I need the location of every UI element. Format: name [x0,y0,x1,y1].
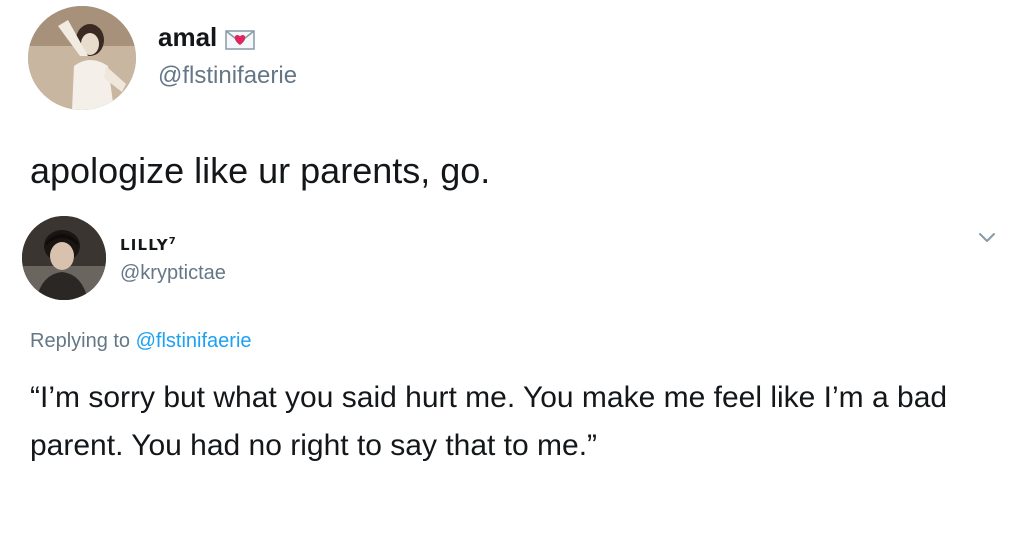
author-name[interactable]: LILLY7 [120,236,177,254]
original-tweet: amal @flstinifaerie apologize like ur pa… [0,0,1024,210]
replying-to-handle-link[interactable]: @flstinifaerie [136,330,252,352]
reply-tweet: LILLY7 @kryptictae Replying to @flstinif… [0,210,1024,536]
reply-text: “I’m sorry but what you said hurt me. Yo… [30,381,948,462]
author-name[interactable]: amal [158,22,256,53]
tweet-text: apologize like ur parents, go. [30,150,491,191]
avatar-photo [28,6,136,110]
avatar-photo [22,216,106,300]
love-letter-icon [225,27,256,50]
replying-to: Replying to @flstinifaerie [30,330,252,353]
replying-prefix: Replying to [30,330,131,352]
author-handle[interactable]: @flstinifaerie [158,62,297,90]
display-name[interactable]: amal [158,22,217,53]
author-handle[interactable]: @kryptictae [120,262,226,285]
avatar[interactable] [22,216,106,300]
chevron-down-icon[interactable] [976,226,998,248]
display-name-superscript: 7 [168,236,177,247]
avatar[interactable] [28,6,136,110]
display-name[interactable]: LILLY [120,236,169,254]
